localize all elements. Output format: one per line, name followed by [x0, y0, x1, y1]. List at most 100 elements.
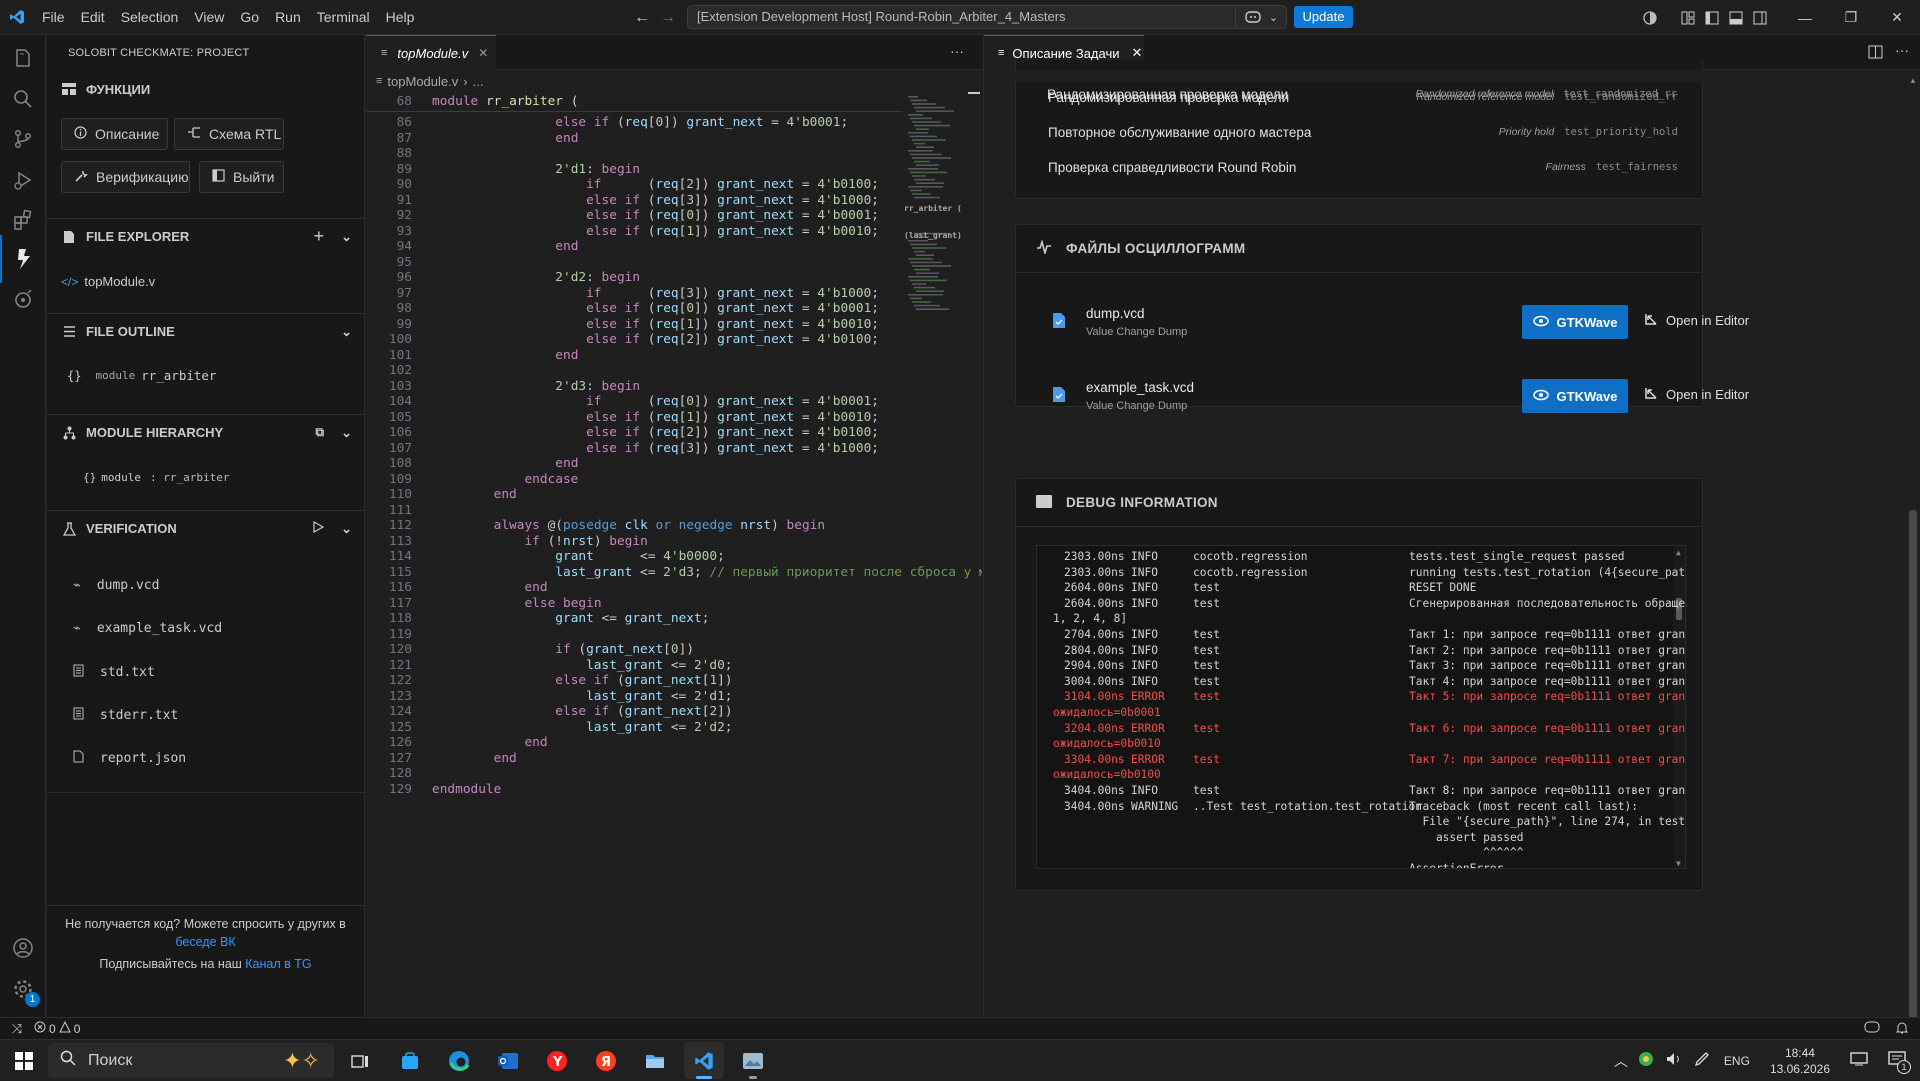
chevron-down-icon[interactable]: ⌄: [341, 521, 352, 537]
menu-go[interactable]: Go: [232, 0, 267, 35]
code-area[interactable]: 86 else if (req[0]) grant_next = 4'b0001…: [366, 92, 982, 992]
outlook-icon[interactable]: [488, 1042, 528, 1079]
outline-item[interactable]: {} module rr_arbiter: [67, 368, 216, 383]
restore-icon[interactable]: ❐: [1828, 0, 1874, 35]
log-message: RESET DONE: [1409, 581, 1477, 595]
notifications-icon[interactable]: 1: [1888, 1051, 1911, 1074]
scroll-down-icon[interactable]: ▼: [1676, 859, 1681, 868]
yandex-browser-icon[interactable]: Y: [537, 1042, 577, 1079]
tray-expand-icon[interactable]: ︿: [1614, 1051, 1628, 1071]
gtkwave-button[interactable]: GTKWave: [1522, 379, 1628, 413]
verification-section-header[interactable]: VERIFICATION ⌄: [47, 510, 364, 546]
breadcrumb-more[interactable]: ...: [473, 74, 484, 89]
sticky-scroll-line[interactable]: 68 module rr_arbiter (: [366, 92, 902, 112]
tg-channel-link[interactable]: Канал в TG: [245, 957, 311, 971]
chevron-down-icon[interactable]: ⌄: [341, 425, 352, 441]
verification-button[interactable]: Верификацию: [61, 161, 190, 193]
breadcrumb-file[interactable]: topModule.v: [387, 74, 458, 89]
presentation-icon[interactable]: [1850, 1052, 1868, 1069]
more-actions-icon[interactable]: ···: [1895, 42, 1909, 58]
verification-item-report[interactable]: report.json: [73, 750, 186, 767]
close-tab-icon[interactable]: ✕: [478, 46, 488, 60]
minimap[interactable]: rr_arbiter ( (last_grant): [904, 92, 964, 352]
chevron-down-icon[interactable]: ⌄: [341, 324, 352, 340]
add-file-icon[interactable]: +: [314, 226, 325, 247]
security-tray-icon[interactable]: [1638, 1051, 1654, 1070]
split-editor-icon[interactable]: [1868, 45, 1883, 64]
more-actions-icon[interactable]: ···: [950, 43, 964, 59]
functions-section-header[interactable]: ФУНКЦИИ: [47, 71, 364, 107]
run-tests-icon[interactable]: [312, 520, 325, 536]
scroll-up-icon[interactable]: ▲: [1909, 76, 1917, 85]
rtl-schema-button[interactable]: Схема RTL: [174, 118, 284, 150]
forward-arrow-icon[interactable]: →: [660, 9, 676, 27]
task-view-icon[interactable]: [340, 1042, 380, 1079]
manage-gear-icon[interactable]: 1: [0, 965, 46, 1013]
toggle-secondary-sidebar-icon[interactable]: [1748, 0, 1772, 35]
file-outline-header[interactable]: FILE OUTLINE ⌄: [47, 313, 364, 349]
code-line[interactable]: 129 endmodule: [366, 780, 966, 799]
menu-help[interactable]: Help: [378, 0, 423, 35]
vk-chat-link[interactable]: беседе ВК: [175, 935, 235, 949]
taskbar-search[interactable]: Поиск ✦✧: [48, 1043, 334, 1078]
vscode-app-icon[interactable]: [684, 1042, 724, 1079]
log-level: INFO: [1131, 643, 1158, 657]
menu-edit[interactable]: Edit: [73, 0, 113, 35]
image-viewer-icon[interactable]: [733, 1042, 773, 1079]
verification-item-std[interactable]: std.txt: [73, 664, 155, 681]
log-level: INFO: [1131, 596, 1158, 610]
menu-file[interactable]: File: [34, 0, 73, 35]
minimize-icon[interactable]: —: [1782, 0, 1828, 35]
debug-log[interactable]: ▲ ▼ 2303.00ns INFO cocotb.regression tests.…: [1036, 545, 1686, 869]
clock[interactable]: 18:44 13.06.2026: [1770, 1045, 1830, 1077]
expand-all-icon[interactable]: ⧉: [316, 425, 325, 440]
update-button[interactable]: Update: [1294, 6, 1353, 28]
verification-item-dump[interactable]: ⌁ dump.vcd: [73, 578, 159, 593]
module-hierarchy-header[interactable]: MODULE HIERARCHY ⧉ ⌄: [47, 414, 364, 450]
close-window-icon[interactable]: ✕: [1874, 0, 1920, 35]
store-icon[interactable]: [390, 1042, 430, 1079]
menu-view[interactable]: View: [186, 0, 232, 35]
chevron-down-icon[interactable]: ⌄: [341, 229, 352, 245]
testing-icon[interactable]: [0, 275, 46, 323]
edge-icon[interactable]: [439, 1042, 479, 1079]
problems-indicator[interactable]: 0 0: [34, 1020, 80, 1036]
description-button[interactable]: Описание: [61, 118, 168, 150]
tab-topmodule[interactable]: ≡ topModule.v ✕: [366, 35, 496, 70]
open-in-editor-button[interactable]: Open in Editor: [1644, 386, 1749, 403]
accounts-toggle-icon[interactable]: [1638, 0, 1662, 35]
language-indicator[interactable]: ENG: [1724, 1054, 1750, 1068]
back-arrow-icon[interactable]: ←: [634, 9, 650, 27]
verification-item-stderr[interactable]: stderr.txt: [73, 707, 178, 724]
pen-icon[interactable]: [1694, 1051, 1710, 1070]
log-message: Такт 7: при запросе req=0b1111 ответ gra…: [1409, 752, 1686, 766]
close-tab-icon[interactable]: ✕: [1132, 45, 1143, 61]
exit-button[interactable]: Выйти: [199, 161, 284, 193]
verification-item-example[interactable]: ⌁ example_task.vcd: [73, 621, 222, 636]
volume-icon[interactable]: [1666, 1052, 1682, 1069]
file-explorer-app-icon[interactable]: [635, 1042, 675, 1079]
scroll-up-icon[interactable]: ▲: [1676, 548, 1681, 557]
menu-terminal[interactable]: Terminal: [309, 0, 378, 35]
toggle-primary-sidebar-icon[interactable]: [1700, 0, 1724, 35]
hierarchy-item[interactable]: {} module : rr_arbiter: [83, 471, 229, 484]
command-center[interactable]: [Extension Development Host] Round-Robin…: [687, 5, 1287, 29]
menu-selection[interactable]: Selection: [113, 0, 187, 35]
toggle-panel-icon[interactable]: [1724, 0, 1748, 35]
file-explorer-header[interactable]: FILE EXPLORER + ⌄: [47, 218, 364, 254]
gtkwave-button[interactable]: GTKWave: [1522, 305, 1628, 339]
scrollbar-slider[interactable]: [968, 92, 980, 94]
file-explorer-item[interactable]: </> topModule.v: [61, 274, 155, 289]
bell-icon[interactable]: [1895, 1021, 1909, 1037]
yandex-icon[interactable]: Я: [586, 1042, 626, 1079]
panel-scroll-thumb[interactable]: [1909, 510, 1917, 1030]
windows-start-icon[interactable]: [4, 1042, 44, 1079]
customize-layout-icon[interactable]: [1676, 0, 1700, 35]
chevron-right-icon: ›: [463, 73, 468, 89]
open-in-editor-button[interactable]: Open in Editor: [1644, 312, 1749, 329]
menu-run[interactable]: Run: [267, 0, 309, 35]
remote-icon[interactable]: ⤨: [0, 1021, 34, 1037]
copilot-menu[interactable]: ⌄: [1235, 5, 1287, 29]
panel-scrollbar[interactable]: ▲ ▼: [1906, 70, 1920, 1039]
copilot-status-icon[interactable]: [1864, 1021, 1880, 1036]
